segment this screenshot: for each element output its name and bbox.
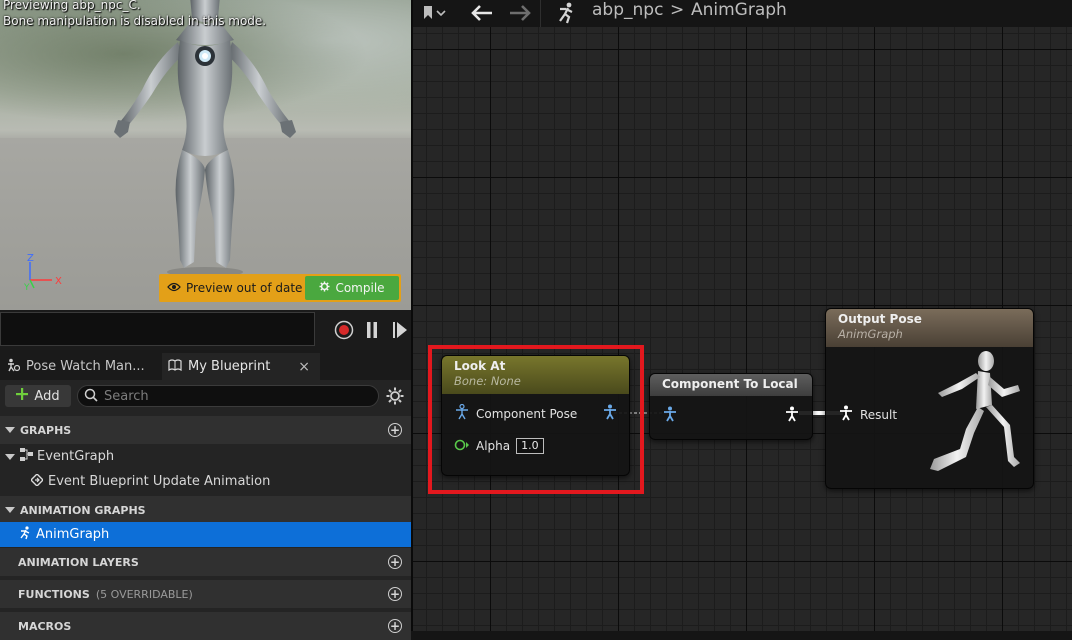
play-icon[interactable] [390,320,410,340]
gear-icon [319,281,330,295]
preview-status-line: Previewing abp_npc_C. [3,0,141,12]
node-ctl-title: Component To Local [662,377,798,391]
chevron-down-icon [5,453,15,460]
node-output-pose[interactable]: Output Pose AnimGraph Result [825,308,1034,489]
plus-icon [16,388,29,404]
section-animation-layers-label: ANIMATION LAYERS [18,555,139,569]
functions-overridable-count: (5 OVERRIDABLE) [95,587,193,601]
tree-item-animgraph[interactable]: AnimGraph [0,522,411,547]
pin-ctl-pose-out[interactable] [784,406,800,425]
axis-z-label: Z [27,253,34,264]
eye-icon [167,281,181,295]
search-box[interactable] [77,385,379,407]
add-layer-icon[interactable]: + [388,555,402,569]
look-at-highlight-box [428,345,644,494]
tree-item-event-update-animation[interactable]: Event Blueprint Update Animation [0,469,411,494]
tab-pose-watch-manager[interactable]: Pose Watch Man... [0,353,160,380]
graph-icon [20,448,33,465]
settings-gear-icon[interactable] [386,387,404,405]
book-icon [168,358,182,375]
node-output-pose-title: Output Pose [838,312,922,326]
node-output-pose-subtitle: AnimGraph [838,327,903,341]
preview-out-of-date-label: Preview out of date [186,281,303,295]
add-graph-icon[interactable]: + [388,423,402,437]
record-icon[interactable] [334,320,354,340]
chevron-down-icon [5,507,15,513]
add-function-icon[interactable]: + [388,587,402,601]
compile-button[interactable]: Compile [305,276,399,300]
pose-pin-icon [838,405,854,424]
pin-result[interactable]: Result [838,405,897,424]
chevron-down-icon [5,427,15,433]
preview-out-of-date-banner: Preview out of date Compile [159,274,401,302]
axis-gizmo: Z X Y [22,252,72,293]
tree-item-eventgraph[interactable]: EventGraph [0,444,411,469]
pin-result-label: Result [860,407,898,422]
node-component-to-local[interactable]: Component To Local [649,373,813,440]
pin-ctl-pose-in[interactable] [662,406,678,425]
timeline-scrubber[interactable] [0,312,315,346]
my-blueprint-tree: GRAPHS + EventGraph Event Blueprint Upda… [0,412,411,640]
character-mannequin [114,0,296,277]
timeline-bar [0,310,411,350]
node-ctl-header: Component To Local [650,374,812,396]
node-output-pose-header: Output Pose AnimGraph [826,309,1033,347]
add-button[interactable]: Add [5,385,71,407]
running-figure-icon [18,525,32,544]
panel-tabs: Pose Watch Man... My Blueprint × [0,350,411,380]
section-graphs-label: GRAPHS [20,423,72,437]
search-icon [84,387,98,406]
section-functions[interactable]: FUNCTIONS (5 OVERRIDABLE) + [0,580,411,608]
pose-pin-icon [784,406,800,425]
preview-viewport[interactable]: Previewing abp_npc_C. Bone manipulation … [0,0,411,310]
section-functions-label: FUNCTIONS [18,587,90,601]
tab-my-blueprint-label: My Blueprint [188,359,271,374]
pose-pin-icon [662,406,678,425]
section-animation-graphs-label: ANIMATION GRAPHS [20,503,146,517]
axis-x-label: X [55,276,62,287]
event-diamond-icon [30,472,44,490]
section-graphs[interactable]: GRAPHS + [0,416,411,444]
preview-out-of-date: Preview out of date [161,281,305,295]
section-animation-layers[interactable]: ANIMATION LAYERS + [0,548,411,576]
add-button-label: Add [34,388,60,404]
tab-my-blueprint[interactable]: My Blueprint × [162,353,320,380]
search-input[interactable] [104,388,364,404]
running-mannequin-icon [930,351,1020,471]
pause-icon[interactable] [362,320,382,340]
bone-manipulation-notice: Bone manipulation is disabled in this mo… [3,14,267,28]
my-blueprint-toolbar: Add [0,380,411,412]
eventgraph-label: EventGraph [37,449,115,464]
close-icon[interactable]: × [298,359,310,375]
event-update-label: Event Blueprint Update Animation [48,474,271,489]
pose-watch-icon [6,358,21,376]
compile-label: Compile [335,281,385,295]
animgraph-label: AnimGraph [36,527,110,542]
axis-y-label: Y [23,283,30,292]
section-animation-graphs[interactable]: ANIMATION GRAPHS [0,496,411,524]
tab-pose-watch-label: Pose Watch Man... [26,359,145,374]
section-macros[interactable]: MACROS + [0,612,411,640]
